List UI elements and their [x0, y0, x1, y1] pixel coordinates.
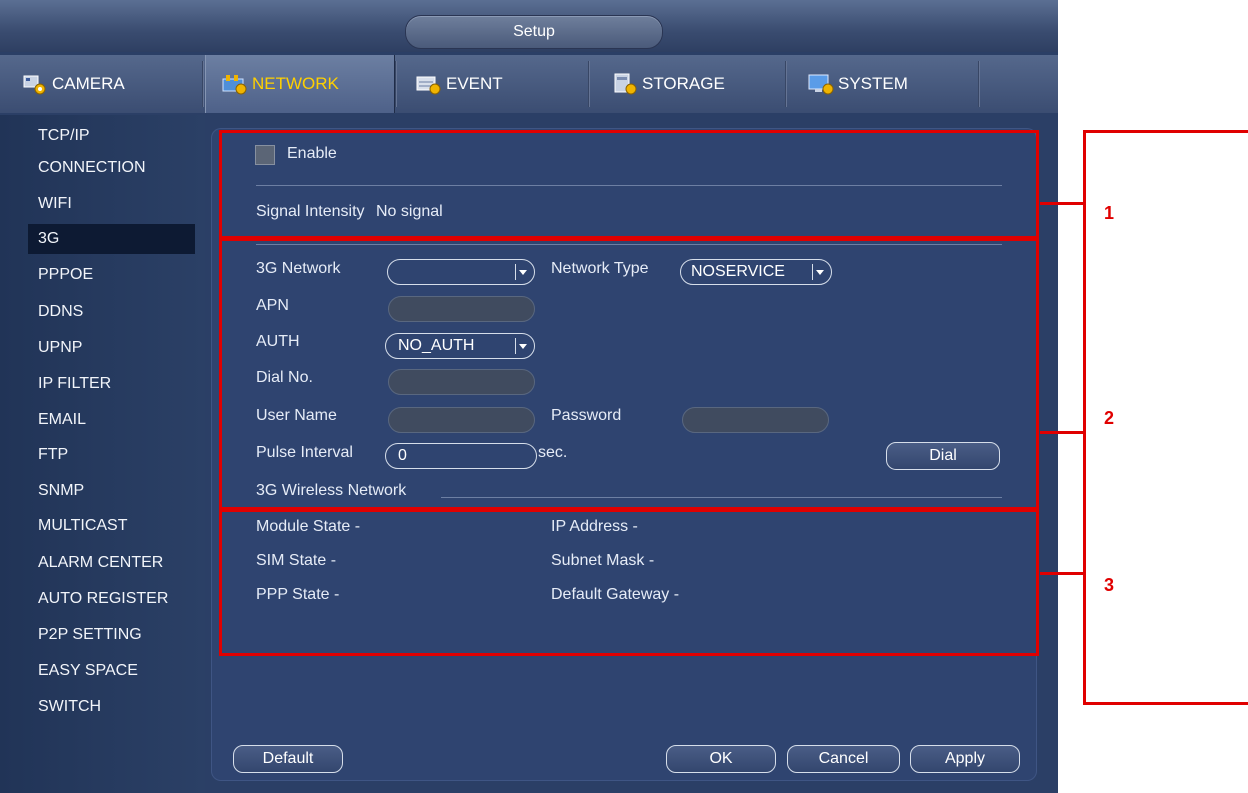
sidebar: TCP/IP CONNECTION WIFI 3G PPPOE DDNS UPN… — [0, 115, 205, 793]
tab-divider — [588, 61, 590, 107]
annotation-bracket — [1083, 130, 1086, 705]
tab-divider — [785, 61, 787, 107]
cancel-button[interactable]: Cancel — [787, 745, 900, 773]
window-title: Setup — [405, 15, 663, 49]
tab-bar: CAMERA NETWORK EVENT STORAGE SYSTEM — [0, 55, 1058, 113]
sidebar-item-ftp[interactable]: FTP — [28, 440, 195, 470]
sidebar-item-multicast[interactable]: MULTICAST — [28, 511, 195, 541]
sidebar-item-alarm-center[interactable]: ALARM CENTER — [28, 548, 195, 578]
annotation-box-1 — [219, 130, 1039, 239]
tab-divider — [395, 61, 397, 107]
sidebar-item-wifi[interactable]: WIFI — [28, 189, 195, 219]
sidebar-item-auto-register[interactable]: AUTO REGISTER — [28, 584, 195, 614]
tab-divider — [978, 61, 980, 107]
annotation-box-3 — [219, 509, 1039, 656]
sidebar-item-3g[interactable]: 3G — [28, 224, 195, 254]
sidebar-item-connection[interactable]: CONNECTION — [28, 153, 195, 183]
annotation-bracket-bottom — [1083, 702, 1248, 705]
system-gear-icon — [808, 73, 834, 95]
camera-gear-icon — [22, 73, 48, 95]
annotation-leader-1 — [1040, 202, 1084, 205]
annotation-label-2: 2 — [1104, 408, 1115, 428]
sidebar-item-ip-filter[interactable]: IP FILTER — [28, 369, 195, 399]
annotation-leader-3 — [1040, 572, 1084, 575]
sidebar-item-ddns[interactable]: DDNS — [28, 297, 195, 327]
title-bar: Setup — [0, 0, 1058, 52]
tab-camera[interactable]: CAMERA — [22, 55, 200, 113]
annotation-label-3: 3 — [1104, 575, 1115, 595]
storage-gear-icon — [612, 73, 638, 95]
tab-network[interactable]: NETWORK — [205, 55, 395, 113]
annotation-label-1: 1 — [1104, 203, 1115, 223]
annotation-bracket-top — [1083, 130, 1248, 133]
event-gear-icon — [416, 73, 442, 95]
sidebar-item-snmp[interactable]: SNMP — [28, 476, 195, 506]
annotation-leader-2 — [1040, 431, 1084, 434]
sidebar-item-upnp[interactable]: UPNP — [28, 333, 195, 363]
annotation-box-2 — [219, 238, 1039, 510]
sidebar-item-switch[interactable]: SWITCH — [28, 692, 195, 722]
tab-storage[interactable]: STORAGE — [612, 55, 782, 113]
tab-system[interactable]: SYSTEM — [808, 55, 978, 113]
default-button[interactable]: Default — [233, 745, 343, 773]
sidebar-item-easy-space[interactable]: EASY SPACE — [28, 656, 195, 686]
network-gear-icon — [222, 73, 248, 95]
sidebar-item-p2p-setting[interactable]: P2P SETTING — [28, 620, 195, 650]
sidebar-item-email[interactable]: EMAIL — [28, 405, 195, 435]
apply-button[interactable]: Apply — [910, 745, 1020, 773]
tab-event[interactable]: EVENT — [416, 55, 586, 113]
tab-divider — [202, 61, 204, 107]
sidebar-item-tcpip[interactable]: TCP/IP — [28, 121, 195, 151]
sidebar-item-pppoe[interactable]: PPPOE — [28, 260, 195, 290]
ok-button[interactable]: OK — [666, 745, 776, 773]
